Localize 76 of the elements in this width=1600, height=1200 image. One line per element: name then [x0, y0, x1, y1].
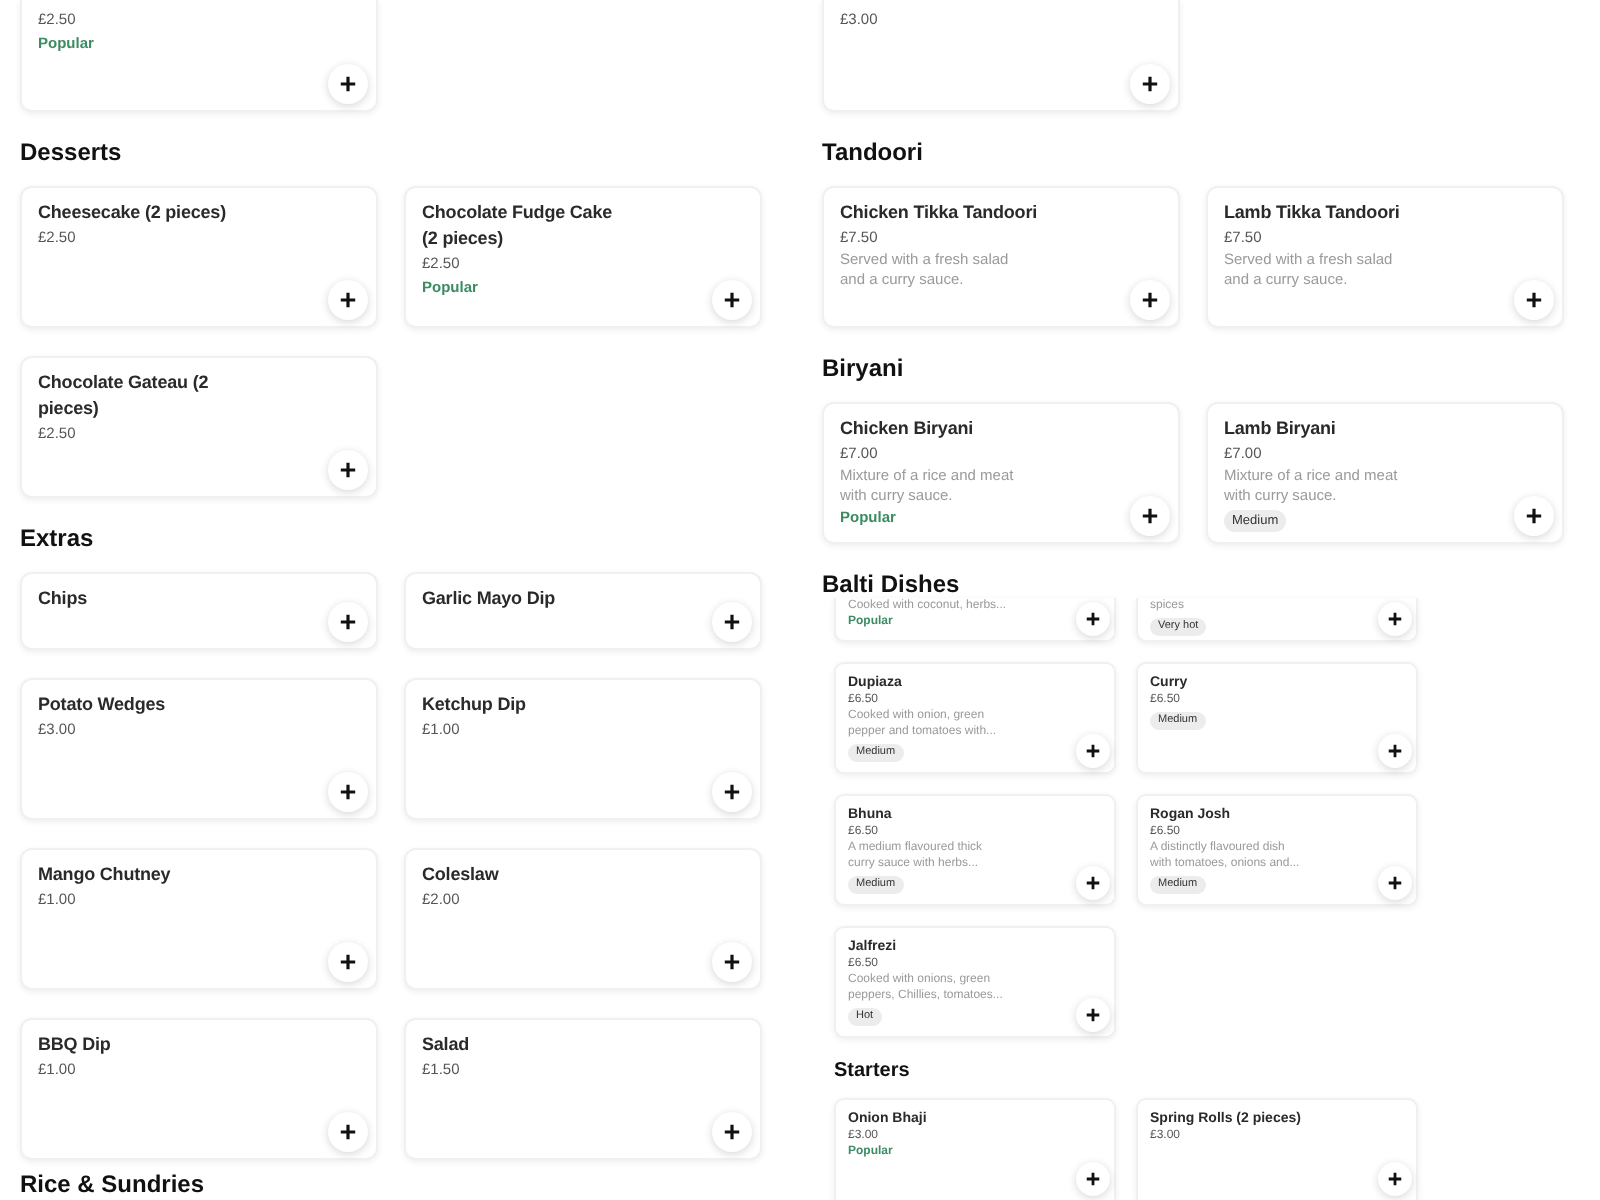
section-heading: Desserts: [20, 136, 124, 170]
add-button[interactable]: [1076, 734, 1110, 768]
item-title: Lamb Biryani: [1224, 416, 1336, 442]
plus-icon: [340, 76, 356, 92]
add-button[interactable]: [328, 602, 368, 642]
add-button[interactable]: [328, 942, 368, 982]
plus-icon: [1086, 1008, 1100, 1022]
plus-icon: [1526, 292, 1542, 308]
menu-item-card[interactable]: Chips: [20, 572, 378, 650]
plus-icon: [724, 1124, 740, 1140]
plus-icon: [1086, 612, 1100, 626]
add-button[interactable]: [328, 280, 368, 320]
add-button[interactable]: [712, 772, 752, 812]
plus-icon: [1142, 76, 1158, 92]
section-heading: Extras: [20, 522, 96, 556]
section-heading: Tandoori: [822, 136, 925, 170]
plus-icon: [1086, 744, 1100, 758]
add-button[interactable]: [1378, 866, 1412, 900]
plus-icon: [1388, 1172, 1402, 1186]
plus-icon: [724, 292, 740, 308]
item-title: Chicken Biryani: [840, 416, 974, 442]
add-button[interactable]: [712, 280, 752, 320]
plus-icon: [340, 462, 356, 478]
add-button[interactable]: [328, 64, 368, 104]
add-button[interactable]: [712, 602, 752, 642]
add-button[interactable]: [1076, 602, 1110, 636]
section-heading: Rice & Sundries: [20, 1168, 207, 1200]
item-title: Chips: [38, 586, 88, 612]
plus-icon: [1526, 508, 1542, 524]
add-button[interactable]: [328, 1112, 368, 1152]
plus-icon: [1086, 876, 1100, 890]
add-button[interactable]: [1514, 280, 1554, 320]
menu-item-card[interactable]: Garlic Mayo Dip: [404, 572, 762, 650]
plus-icon: [1388, 876, 1402, 890]
plus-icon: [724, 954, 740, 970]
add-button[interactable]: [1130, 280, 1170, 320]
section-heading: Starters: [834, 1058, 912, 1086]
item-title: Coleslaw: [422, 862, 499, 888]
add-button[interactable]: [712, 1112, 752, 1152]
add-button[interactable]: [328, 772, 368, 812]
add-button[interactable]: [1514, 496, 1554, 536]
section-heading: Biryani: [822, 352, 906, 386]
item-title: Chocolate Gateau (2 pieces): [38, 370, 211, 422]
item-title: Chicken Tikka Tandoori: [840, 200, 1037, 226]
add-button[interactable]: [1378, 734, 1412, 768]
plus-icon: [724, 614, 740, 630]
plus-icon: [724, 784, 740, 800]
add-button[interactable]: [1076, 1162, 1110, 1196]
item-title: Mango Chutney: [38, 862, 171, 888]
add-button[interactable]: [1378, 1162, 1412, 1196]
add-button[interactable]: [328, 450, 368, 490]
item-title: BBQ Dip: [38, 1032, 111, 1058]
item-title: Ketchup Dip: [422, 692, 526, 718]
plus-icon: [1086, 1172, 1100, 1186]
add-button[interactable]: [1076, 998, 1110, 1032]
add-button[interactable]: [1076, 866, 1110, 900]
plus-icon: [1388, 744, 1402, 758]
plus-icon: [340, 784, 356, 800]
plus-icon: [1142, 292, 1158, 308]
item-title: Chocolate Fudge Cake (2 pieces): [422, 200, 615, 252]
plus-icon: [340, 954, 356, 970]
item-title: Cheesecake (2 pieces): [38, 200, 226, 226]
plus-icon: [340, 1124, 356, 1140]
add-button[interactable]: [1130, 64, 1170, 104]
add-button[interactable]: [1130, 496, 1170, 536]
plus-icon: [1388, 612, 1402, 626]
section-heading: Balti Dishes: [822, 570, 962, 598]
item-title: Potato Wedges: [38, 692, 166, 718]
add-button[interactable]: [712, 942, 752, 982]
plus-icon: [340, 292, 356, 308]
add-button[interactable]: [1378, 602, 1412, 636]
plus-icon: [1142, 508, 1158, 524]
item-title: Lamb Tikka Tandoori: [1224, 200, 1400, 226]
item-title: Garlic Mayo Dip: [422, 586, 556, 612]
plus-icon: [340, 614, 356, 630]
item-title: Salad: [422, 1032, 470, 1058]
